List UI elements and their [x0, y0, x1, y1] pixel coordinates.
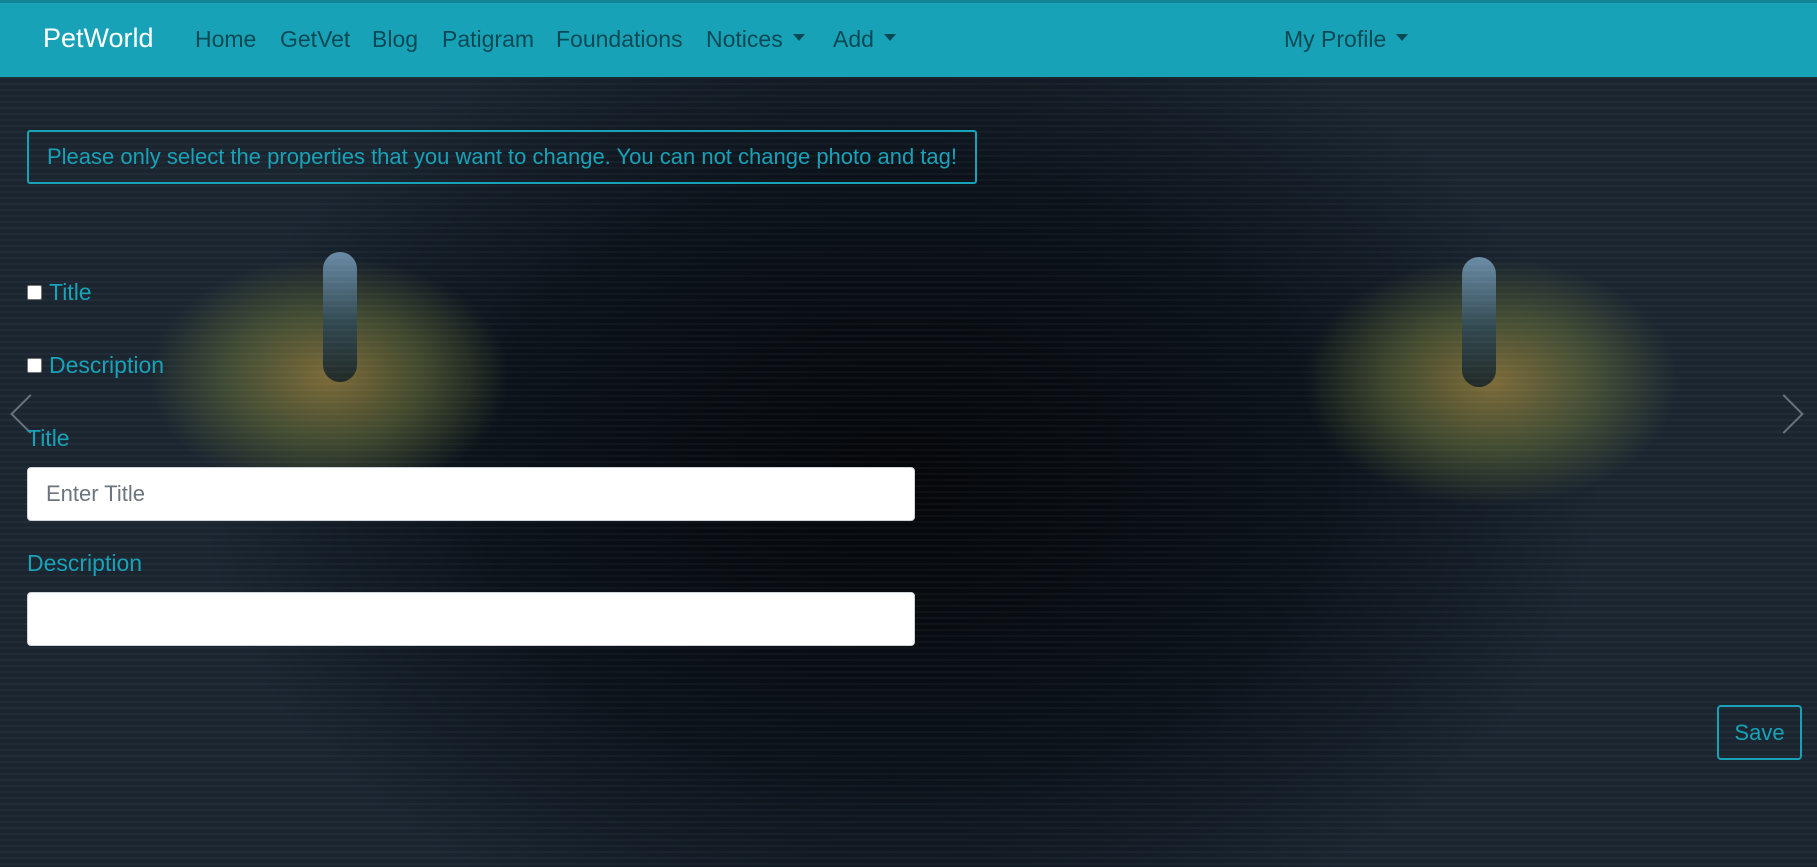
checkbox-label-title: Title: [49, 278, 92, 305]
checkbox-label-description: Description: [49, 351, 165, 378]
nav-item-label: Foundations: [556, 26, 683, 52]
caret-down-icon: [1396, 34, 1409, 42]
nav-item-foundations[interactable]: Foundations: [556, 24, 683, 54]
description-checkbox[interactable]: [27, 357, 42, 373]
nav-item-home[interactable]: Home: [195, 24, 256, 54]
page: PetWorld Home GetVet Blog Patigram Found…: [0, 0, 1817, 867]
nav-item-label: Blog: [372, 26, 419, 52]
cat-eye-pupil-left: [323, 252, 357, 382]
nav-item-label: Home: [195, 26, 257, 52]
nav-item-notices[interactable]: Notices: [706, 24, 805, 54]
nav-item-label: GetVet: [280, 26, 351, 52]
checkbox-row-description[interactable]: Description: [27, 350, 164, 380]
caret-down-icon: [883, 34, 896, 42]
title-field-label: Title: [27, 425, 70, 451]
checkbox-row-title[interactable]: Title: [27, 277, 92, 307]
description-input[interactable]: [27, 592, 915, 646]
brand-logo[interactable]: PetWorld: [43, 22, 154, 54]
nav-item-patigram[interactable]: Patigram: [442, 24, 534, 54]
nav-item-label: My Profile: [1284, 26, 1387, 52]
nav-item-label: Add: [833, 26, 874, 52]
caret-down-icon: [792, 34, 805, 42]
nav-item-blog[interactable]: Blog: [372, 24, 418, 54]
title-checkbox[interactable]: [27, 284, 42, 300]
nav-item-my-profile[interactable]: My Profile: [1284, 24, 1409, 54]
nav-item-label: Notices: [706, 26, 783, 52]
info-notice: Please only select the properties that y…: [27, 130, 977, 184]
title-input[interactable]: [27, 467, 915, 521]
save-button[interactable]: Save: [1717, 705, 1802, 760]
nav-item-label: Patigram: [442, 26, 535, 52]
cat-eye-pupil-right: [1462, 257, 1496, 387]
description-field-label: Description: [27, 550, 143, 576]
navbar: PetWorld Home GetVet Blog Patigram Found…: [0, 0, 1817, 77]
nav-item-getvet[interactable]: GetVet: [280, 24, 350, 54]
nav-item-add[interactable]: Add: [833, 24, 896, 54]
